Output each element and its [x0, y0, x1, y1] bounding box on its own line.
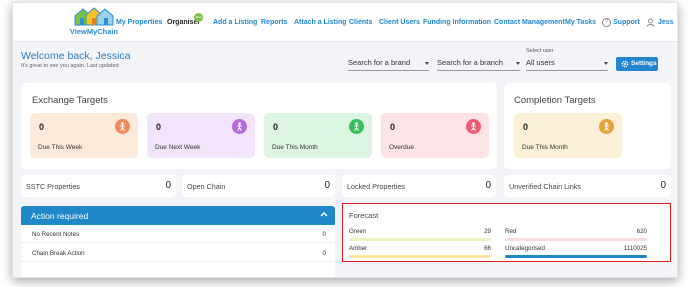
nav-support[interactable]: Support — [613, 19, 640, 26]
action-required-title: Action required — [31, 211, 89, 221]
chevron-down-icon — [604, 62, 608, 65]
stat-card-locked[interactable]: Locked Properties 0 — [342, 175, 496, 197]
nav-reports[interactable]: Reports — [261, 19, 287, 26]
forecast-bar — [349, 238, 491, 241]
house-chain-icon — [74, 7, 114, 26]
forecast-value: 620 — [636, 228, 647, 235]
tile-label: Due This Week — [38, 144, 83, 151]
top-navigation: ViewMyChain My Properties Organiser new … — [13, 3, 677, 42]
stat-value: 0 — [165, 180, 171, 191]
stat-card-unverified[interactable]: Unverified Chain Links 0 — [504, 175, 671, 197]
person-icon — [232, 119, 247, 134]
branch-search-select[interactable]: Search for a branch — [437, 56, 520, 71]
stat-card-sstc[interactable]: SSTC Properties 0 — [21, 175, 176, 197]
stat-label: SSTC Properties — [26, 182, 80, 191]
forecast-card: Forecast Green 29 Red 620 Amber 66 Uncat… — [342, 203, 671, 262]
target-tile[interactable]: 0 Due This Month — [264, 113, 372, 158]
person-icon — [599, 119, 614, 134]
forecast-value: 29 — [484, 228, 491, 235]
welcome-subtitle: It's great to see you again. Last update… — [21, 63, 119, 69]
nav-clients[interactable]: Clients — [349, 19, 372, 26]
completion-targets-title: Completion Targets — [514, 95, 596, 106]
stat-value: 0 — [324, 180, 330, 191]
list-item[interactable]: No Recent Notes 0 — [21, 225, 335, 243]
action-label: Chain Break Action — [32, 250, 85, 257]
chevron-down-icon — [516, 62, 520, 65]
tile-value: 0 — [39, 122, 45, 132]
forecast-bar — [505, 255, 647, 258]
forecast-label: Amber — [349, 245, 368, 252]
forecast-item-amber[interactable]: Amber 66 — [349, 245, 491, 263]
chevron-up-icon — [320, 212, 328, 217]
brand-search-select[interactable]: Search for a brand — [348, 56, 429, 71]
forecast-item-uncategorised[interactable]: Uncategorised 1110025 — [505, 245, 647, 263]
stat-label: Unverified Chain Links — [509, 182, 581, 191]
person-icon — [115, 119, 130, 134]
stat-value: 0 — [660, 180, 666, 191]
exchange-targets-title: Exchange Targets — [32, 95, 108, 106]
nav-user-menu[interactable]: Jess — [658, 19, 674, 26]
stat-value: 0 — [485, 180, 491, 191]
forecast-label: Uncategorised — [505, 245, 545, 252]
settings-label: Settings — [631, 60, 657, 67]
target-tile[interactable]: 0 Due Next Week — [147, 113, 255, 158]
forecast-label: Red — [505, 228, 517, 235]
forecast-bar — [505, 238, 647, 241]
stat-label: Locked Properties — [347, 182, 405, 191]
logo-text: ViewMyChain — [69, 27, 119, 36]
tile-label: Due This Month — [272, 144, 318, 151]
tile-label: Due Next Week — [155, 144, 201, 151]
user-icon — [646, 18, 655, 27]
branch-search-placeholder: Search for a branch — [437, 58, 503, 67]
help-icon: ? — [602, 18, 611, 27]
action-required-list: No Recent Notes 0 Chain Break Action 0 — [21, 225, 335, 277]
nav-my-properties[interactable]: My Properties — [116, 19, 162, 26]
nav-contact-management[interactable]: Contact Management — [494, 19, 565, 26]
person-icon — [466, 119, 481, 134]
list-item[interactable]: Chain Break Action 0 — [21, 244, 335, 262]
tile-value: 0 — [390, 122, 396, 132]
app-window: ViewMyChain My Properties Organiser new … — [12, 2, 678, 278]
forecast-item-red[interactable]: Red 620 — [505, 228, 647, 246]
settings-button[interactable]: Settings — [616, 57, 658, 71]
forecast-title: Forecast — [349, 211, 379, 220]
gear-icon — [621, 60, 629, 68]
tile-label: Due This Month — [522, 144, 568, 151]
action-count: 0 — [322, 231, 326, 238]
nav-add-listing[interactable]: Add a Listing — [213, 19, 257, 26]
chevron-down-icon — [425, 62, 429, 65]
nav-client-users[interactable]: Client Users — [379, 19, 420, 26]
select-user-label: Select user — [526, 48, 554, 54]
nav-attach-listing[interactable]: Attach a Listing — [294, 19, 347, 26]
target-tile[interactable]: 0 Due This Week — [30, 113, 138, 158]
tile-value: 0 — [156, 122, 162, 132]
stat-card-open-chain[interactable]: Open Chain 0 — [182, 175, 335, 197]
nav-my-tasks[interactable]: My Tasks — [565, 19, 596, 26]
brand-search-placeholder: Search for a brand — [348, 58, 411, 67]
nav-funding-information[interactable]: Funding Information — [423, 19, 491, 26]
welcome-title: Welcome back, Jessica — [21, 50, 131, 62]
target-tile[interactable]: 0 Overdue — [381, 113, 489, 158]
tile-value: 0 — [273, 122, 279, 132]
user-select-value: All users — [526, 58, 555, 67]
forecast-value: 66 — [484, 245, 491, 252]
new-badge: new — [194, 13, 203, 22]
forecast-label: Green — [349, 228, 367, 235]
person-icon — [349, 119, 364, 134]
stat-label: Open Chain — [187, 182, 226, 191]
completion-targets-card: Completion Targets 0 Due This Month — [504, 83, 671, 169]
user-select[interactable]: All users — [526, 56, 608, 71]
tile-value: 0 — [523, 122, 529, 132]
forecast-value: 1110025 — [623, 245, 647, 252]
target-tile[interactable]: 0 Due This Month — [514, 113, 622, 158]
forecast-bar — [349, 255, 491, 258]
exchange-targets-card: Exchange Targets 0 Due This Week 0 Due Next… — [21, 83, 497, 169]
action-required-header[interactable]: Action required — [21, 206, 335, 225]
forecast-item-green[interactable]: Green 29 — [349, 228, 491, 246]
action-label: No Recent Notes — [32, 231, 80, 238]
action-count: 0 — [322, 250, 326, 257]
tile-label: Overdue — [389, 144, 414, 151]
